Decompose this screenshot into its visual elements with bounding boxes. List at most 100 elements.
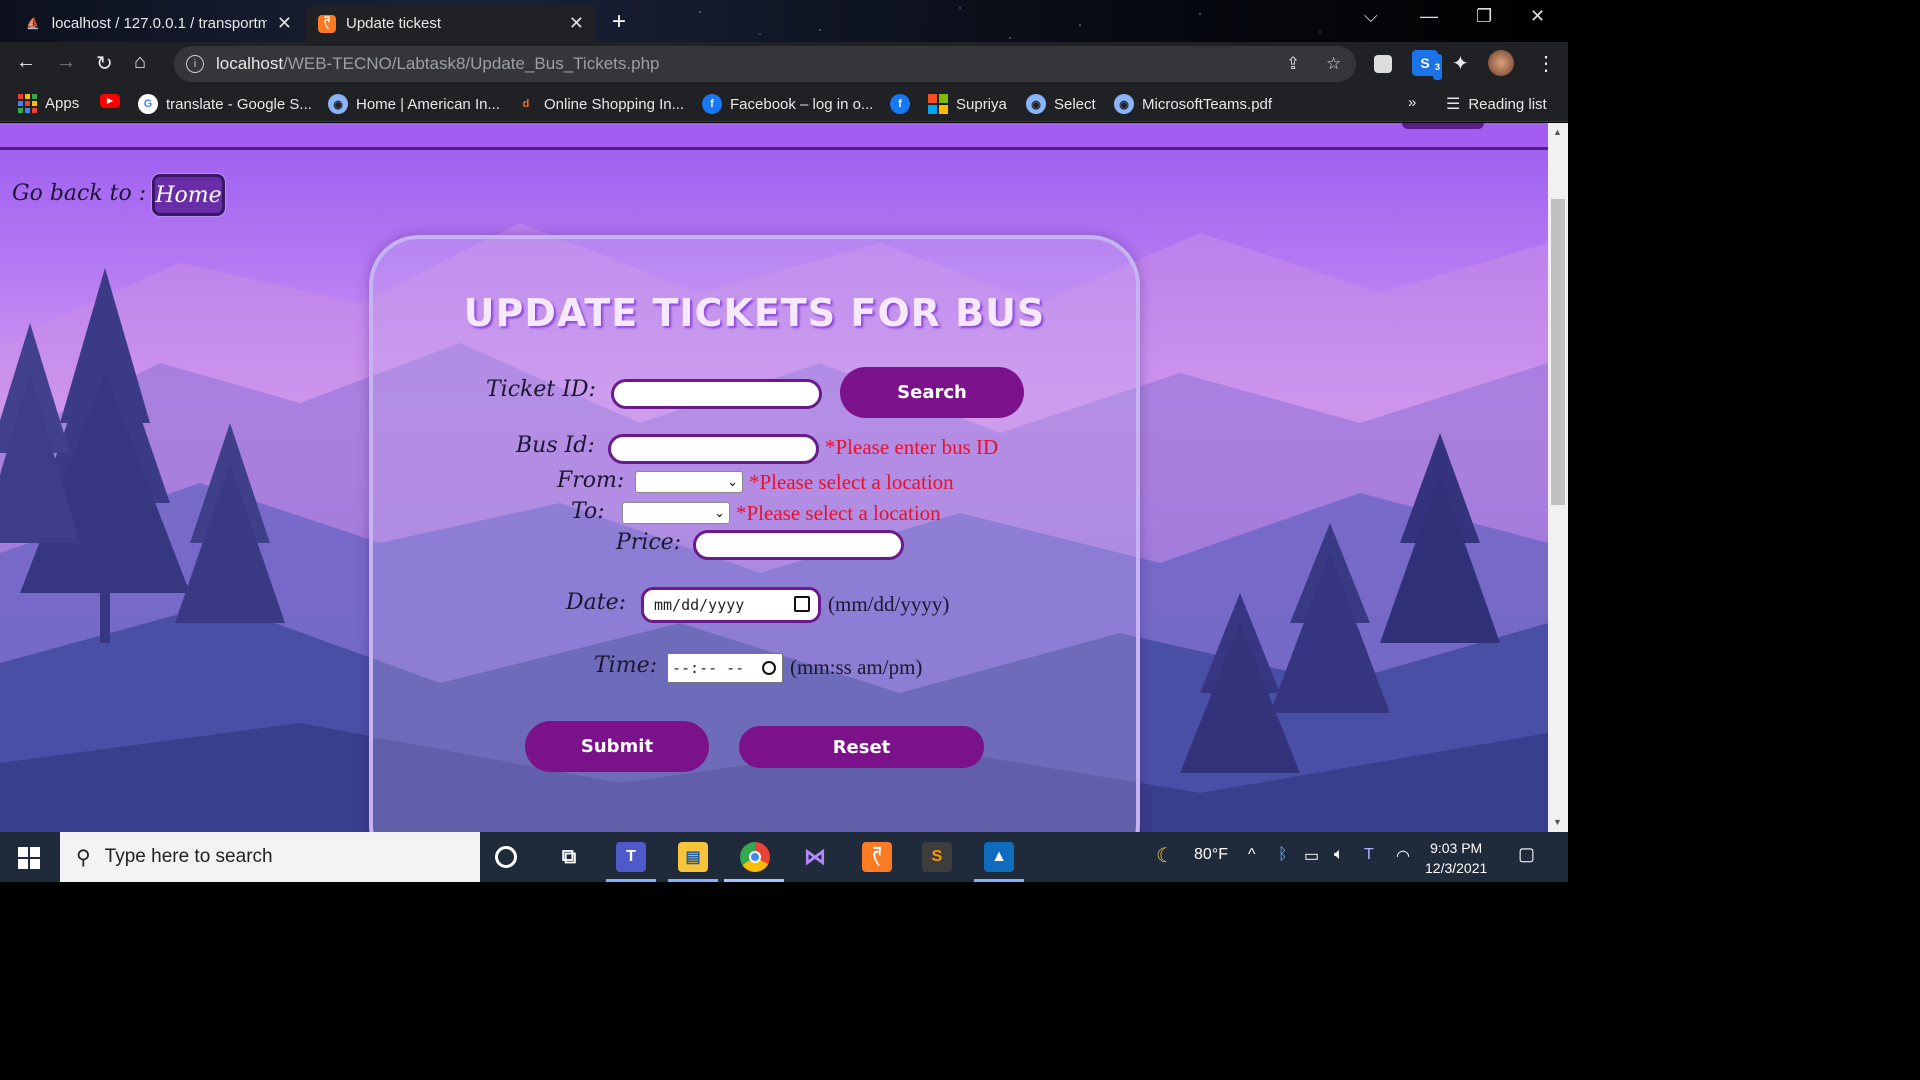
home-icon[interactable]: ⌂	[134, 51, 146, 74]
from-error: *Please select a location	[749, 470, 954, 494]
profile-avatar[interactable]	[1488, 50, 1514, 76]
close-icon[interactable]: ✕	[569, 13, 584, 34]
url-path: /WEB-TECNO/Labtask8/Update_Bus_Tickets.p…	[283, 54, 660, 73]
calendar-icon[interactable]	[794, 596, 810, 612]
cortana-icon[interactable]	[495, 846, 517, 868]
bus-id-input[interactable]	[608, 434, 819, 464]
search-button[interactable]: Search	[840, 367, 1024, 418]
bookmark-star-icon[interactable]: ☆	[1326, 54, 1341, 74]
price-input[interactable]	[693, 530, 904, 560]
url-text[interactable]: localhost/WEB-TECNO/Labtask8/Update_Bus_…	[216, 54, 659, 74]
menu-kebab-icon[interactable]: ⋮	[1536, 51, 1556, 76]
submit-button[interactable]: Submit	[525, 721, 709, 772]
share-icon[interactable]: ⇪	[1286, 54, 1300, 74]
bookmark-facebook[interactable]: f	[890, 94, 910, 114]
to-error: *Please select a location	[736, 501, 941, 525]
bookmark-select[interactable]: ◉ Select	[1026, 94, 1096, 114]
date-input[interactable]: mm/dd/yyyy	[641, 587, 821, 623]
battery-icon[interactable]: ▭	[1304, 846, 1319, 866]
teams-running-indicator	[606, 879, 656, 882]
volume-icon[interactable]: 🔈︎	[1334, 846, 1344, 864]
scroll-up-icon[interactable]: ▲	[1553, 127, 1562, 137]
nav-pill	[1402, 123, 1484, 129]
site-info-icon[interactable]: i	[186, 55, 204, 73]
time-input[interactable]: --:-- --	[667, 653, 783, 683]
extension-square-icon[interactable]	[1374, 55, 1392, 73]
restore-button[interactable]: ❐	[1476, 6, 1492, 27]
tray-chevron-up-icon[interactable]: ^	[1248, 846, 1256, 864]
from-select[interactable]: ⌄	[635, 471, 743, 493]
taskbar-search-box[interactable]: ⚲ Type here to search	[60, 832, 480, 882]
bookmark-supriya[interactable]: Supriya	[928, 94, 1007, 114]
chrome-icon[interactable]	[740, 842, 770, 872]
photos-icon[interactable]: ▲	[984, 842, 1014, 872]
bus-id-label: Bus Id:	[516, 433, 595, 458]
reload-icon[interactable]: ↻	[96, 51, 113, 76]
bookmark-label: MicrosoftTeams.pdf	[1142, 95, 1273, 113]
go-back-label: Go back to :	[12, 181, 147, 206]
date-label: Date:	[566, 590, 627, 615]
forward-icon[interactable]: →	[56, 51, 76, 74]
file-explorer-icon[interactable]: ▤	[678, 842, 708, 872]
page-viewport: Go back to : Home UPDATE TICKETS FOR BUS…	[0, 123, 1548, 832]
windows-start-icon[interactable]	[18, 847, 40, 869]
home-button[interactable]: Home	[152, 174, 225, 216]
reading-list-button[interactable]: ☰ Reading list	[1446, 94, 1547, 114]
tab-title: localhost / 127.0.0.1 / transportm	[51, 15, 267, 32]
clock-icon[interactable]	[762, 661, 776, 675]
from-label: From:	[557, 468, 625, 493]
bookmark-shopping[interactable]: d Online Shopping In...	[516, 94, 684, 114]
bookmark-label: Apps	[45, 95, 80, 112]
wifi-icon[interactable]: ◠	[1396, 846, 1410, 866]
time-placeholder: --:-- --	[672, 659, 745, 677]
bookmark-american[interactable]: ◉ Home | American In...	[328, 94, 500, 114]
new-tab-button[interactable]: +	[612, 8, 626, 36]
weather-temperature[interactable]: 80°F	[1194, 846, 1228, 864]
bookmark-label: Select	[1054, 95, 1096, 113]
task-view-icon[interactable]: ⧉	[554, 842, 584, 872]
tab-phpmyadmin[interactable]: ⛵ localhost / 127.0.0.1 / transportm ✕	[12, 5, 304, 42]
minimize-button[interactable]: —	[1420, 6, 1438, 27]
xampp-icon: ཊ	[318, 14, 336, 33]
extension-s-icon[interactable]: S3	[1412, 50, 1442, 80]
teams-tray-icon[interactable]: T	[1364, 846, 1374, 864]
bookmark-youtube[interactable]: ▶	[100, 94, 120, 108]
scrollbar-thumb[interactable]	[1551, 199, 1565, 505]
tab-search-icon[interactable]: ⌵	[1364, 6, 1378, 27]
taskbar-clock[interactable]: 9:03 PM 12/3/2021	[1425, 838, 1487, 878]
visual-studio-icon[interactable]: ⋈	[800, 842, 830, 872]
date-format-hint: (mm/dd/yyyy)	[828, 592, 950, 616]
bookmarks-overflow[interactable]: »	[1408, 94, 1416, 111]
address-bar[interactable]: i localhost/WEB-TECNO/Labtask8/Update_Bu…	[174, 46, 1356, 82]
bookmark-translate[interactable]: G translate - Google S...	[138, 94, 312, 114]
reset-button[interactable]: Reset	[739, 726, 984, 768]
clock-time: 9:03 PM	[1430, 840, 1483, 856]
reading-list-label: Reading list	[1468, 95, 1547, 113]
facebook-icon: f	[890, 94, 910, 114]
page-scrollbar[interactable]: ▲ ▼	[1548, 123, 1568, 832]
sublime-text-icon[interactable]: S	[922, 842, 952, 872]
teams-icon[interactable]: T	[616, 842, 646, 872]
to-select[interactable]: ⌄	[622, 502, 730, 524]
bookmark-label: Supriya	[956, 95, 1007, 113]
bookmark-apps[interactable]: Apps	[18, 94, 79, 113]
ticket-id-label: Ticket ID:	[486, 377, 596, 402]
facebook-icon: f	[702, 94, 722, 114]
bluetooth-icon[interactable]: ᛒ	[1278, 846, 1288, 864]
bookmark-facebook-login[interactable]: f Facebook – log in o...	[702, 94, 873, 114]
reading-list-icon: ☰	[1446, 96, 1461, 113]
bookmark-teams-pdf[interactable]: ◉ MicrosoftTeams.pdf	[1114, 94, 1272, 114]
close-icon[interactable]: ✕	[277, 13, 292, 34]
scroll-down-icon[interactable]: ▼	[1553, 817, 1562, 827]
back-icon[interactable]: ←	[16, 51, 36, 74]
search-icon: ⚲	[76, 846, 91, 869]
ticket-id-input[interactable]	[611, 379, 822, 409]
weather-moon-icon[interactable]: ☾	[1156, 843, 1174, 868]
time-label: Time:	[594, 653, 658, 678]
xampp-icon[interactable]: ཊ	[862, 842, 892, 872]
close-window-button[interactable]: ✕	[1530, 6, 1545, 27]
notification-center-icon[interactable]: ▢	[1518, 844, 1535, 865]
extensions-puzzle-icon[interactable]: ✦	[1452, 51, 1469, 76]
tab-update-tickets[interactable]: ཊ Update tickest ✕	[306, 5, 596, 42]
chevron-double-right-icon: »	[1408, 94, 1417, 111]
